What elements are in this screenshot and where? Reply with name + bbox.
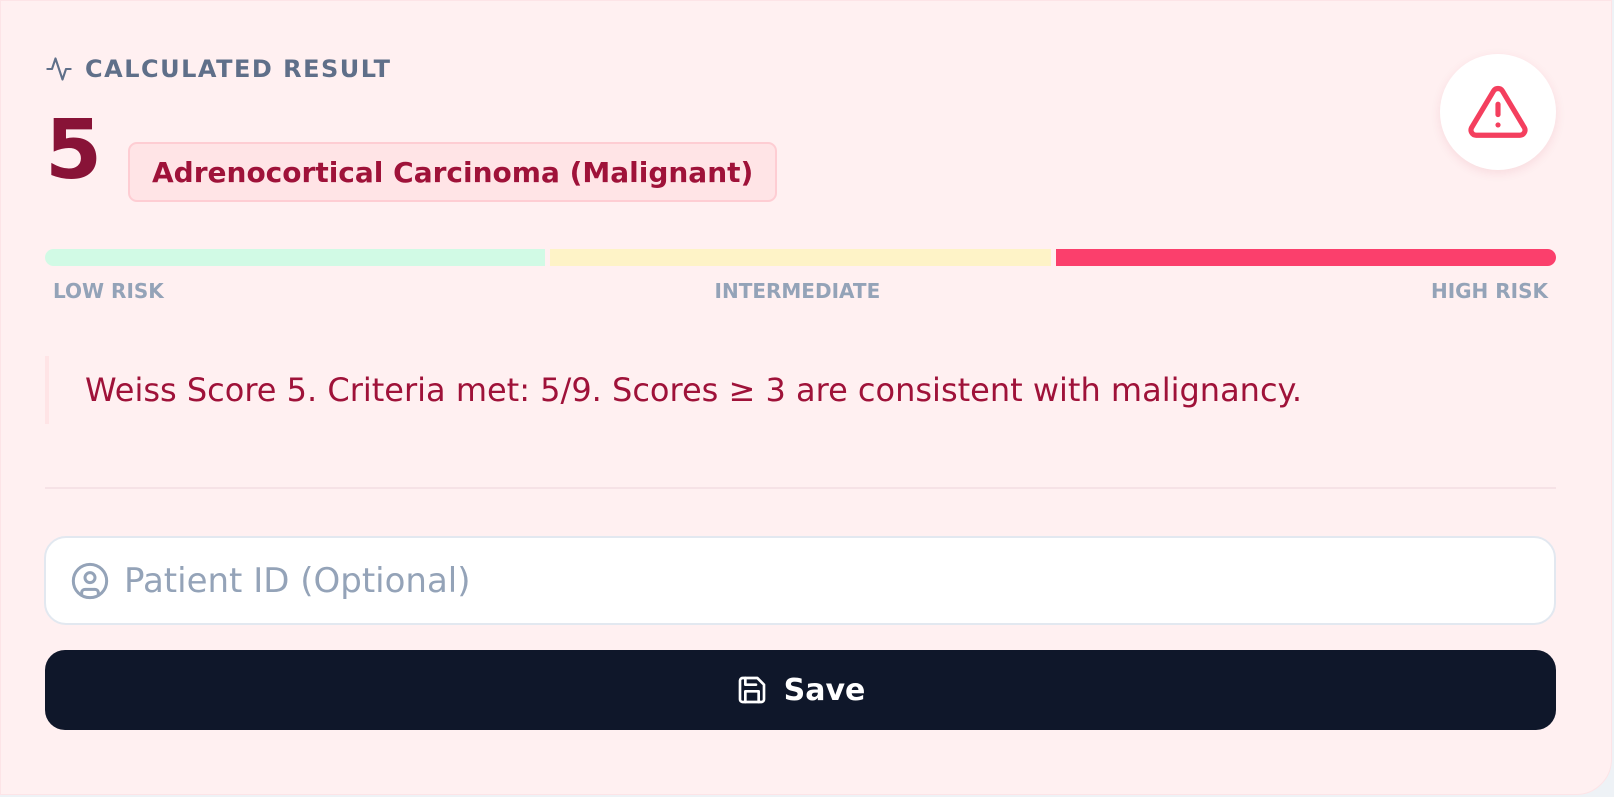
result-card: CALCULATED RESULT 5 Adrenocortical Carci… [0, 0, 1612, 795]
result-label-row: CALCULATED RESULT [45, 53, 391, 85]
save-button-label: Save [783, 672, 866, 708]
patient-id-field[interactable] [44, 536, 1556, 625]
divider [45, 487, 1556, 489]
risk-label-high: HIGH RISK [1430, 279, 1548, 303]
risk-scale-labels: LOW RISK INTERMEDIATE HIGH RISK [53, 279, 1548, 303]
result-section-label: CALCULATED RESULT [85, 55, 392, 83]
activity-icon [45, 55, 73, 83]
classification-badge: Adrenocortical Carcinoma (Malignant) [128, 142, 778, 202]
risk-segment-high [1055, 249, 1556, 266]
interpretation-text: Weiss Score 5. Criteria met: 5/9. Scores… [45, 356, 1545, 424]
risk-scale-bar [45, 249, 1556, 266]
alert-triangle-icon [1467, 81, 1529, 143]
save-button[interactable]: Save [45, 650, 1556, 730]
score-value: 5 [45, 103, 103, 198]
risk-label-low: LOW RISK [53, 279, 164, 303]
risk-label-intermediate: INTERMEDIATE [714, 279, 881, 303]
status-indicator [1440, 54, 1556, 170]
floppy-disk-icon [736, 674, 768, 706]
user-circle-icon [70, 561, 110, 601]
risk-segment-low [45, 249, 546, 266]
patient-id-input[interactable] [124, 550, 1554, 611]
risk-segment-intermediate [550, 249, 1051, 266]
